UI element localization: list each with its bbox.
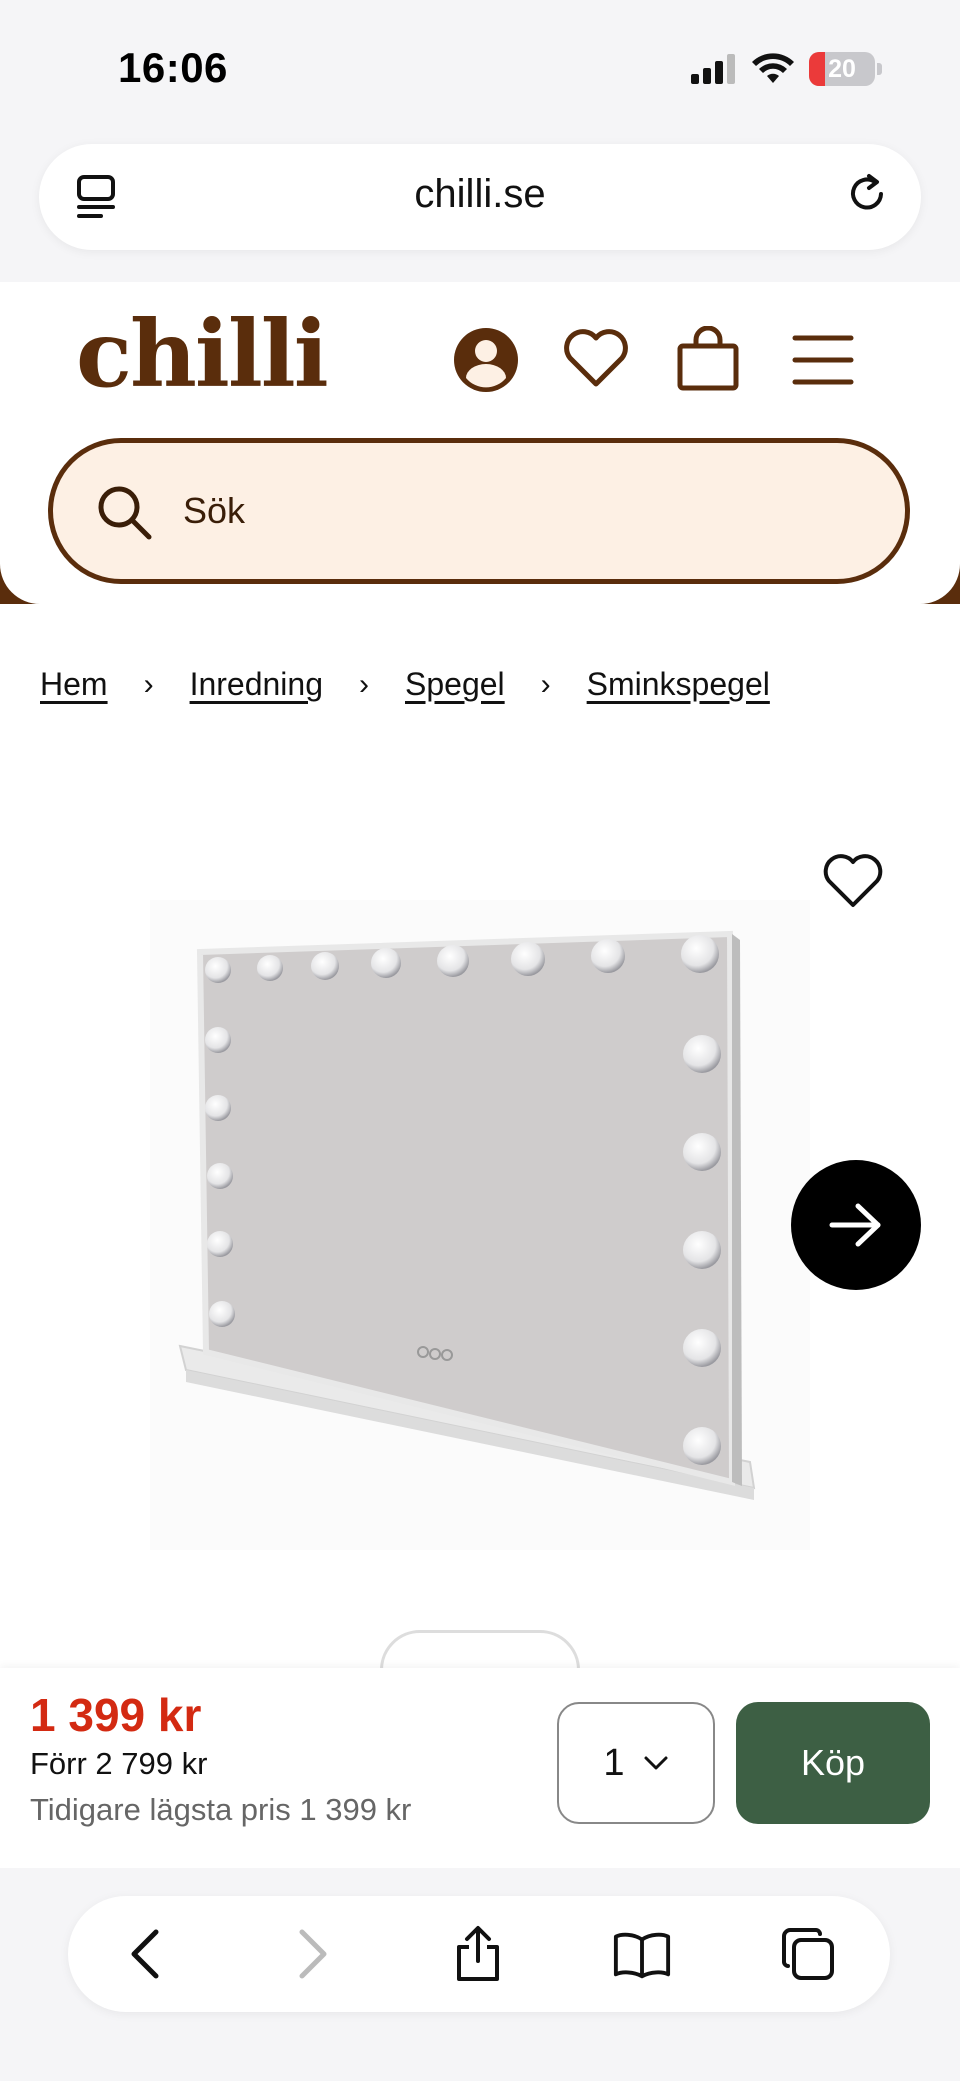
buy-bar: 1 399 kr Förr 2 799 kr Tidigare lägsta p… [0, 1668, 960, 1868]
browser-toolbar [68, 1896, 890, 2012]
chevron-left-icon [131, 1929, 159, 1979]
breadcrumb-link-home[interactable]: Hem [40, 666, 108, 703]
breadcrumb-link-inredning[interactable]: Inredning [190, 666, 323, 703]
next-image-button[interactable] [791, 1160, 921, 1290]
breadcrumb-separator: › [359, 667, 369, 701]
cellular-signal-icon [691, 54, 735, 84]
account-icon[interactable] [452, 326, 520, 394]
previous-price: Förr 2 799 kr [30, 1746, 208, 1781]
site-logo[interactable]: chilli [76, 300, 329, 408]
quantity-value: 1 [603, 1741, 625, 1784]
address-bar[interactable]: chilli.se [39, 144, 921, 250]
arrow-right-icon [829, 1203, 881, 1247]
lowest-price-note: Tidigare lägsta pris 1 399 kr [30, 1792, 412, 1827]
product-image[interactable] [150, 900, 810, 1550]
breadcrumb: Hem › Inredning › Spegel › Sminkspegel [40, 666, 770, 703]
back-button[interactable] [116, 1924, 176, 1984]
share-button[interactable] [448, 1924, 508, 1984]
battery-indicator: 20 [809, 52, 875, 86]
battery-cap [877, 63, 882, 75]
wishlist-icon[interactable] [562, 326, 630, 390]
wifi-icon [752, 53, 794, 83]
book-icon [613, 1932, 671, 1979]
chevron-down-icon [644, 1756, 668, 1770]
reload-icon[interactable] [845, 172, 891, 220]
tabs-button[interactable] [778, 1924, 838, 1984]
chevron-right-icon [299, 1929, 327, 1979]
current-price: 1 399 kr [30, 1689, 202, 1741]
add-to-wishlist-icon[interactable] [822, 852, 884, 910]
forward-button[interactable] [282, 1924, 342, 1984]
menu-icon[interactable] [792, 334, 854, 386]
breadcrumb-link-sminkspegel[interactable]: Sminkspegel [587, 666, 770, 703]
status-icons: 20 [691, 52, 882, 86]
status-time: 16:06 [118, 44, 228, 91]
search-box[interactable] [48, 438, 910, 584]
share-icon [457, 1926, 499, 1981]
breadcrumb-link-spegel[interactable]: Spegel [405, 666, 505, 703]
buy-button[interactable]: Köp [736, 1702, 930, 1824]
battery-level: 20 [828, 54, 856, 83]
search-icon [98, 486, 152, 540]
breadcrumb-separator: › [540, 667, 551, 701]
search-input[interactable] [183, 479, 863, 543]
breadcrumb-separator: › [143, 667, 154, 701]
cart-icon[interactable] [676, 326, 740, 392]
url-text[interactable]: chilli.se [39, 172, 921, 217]
quantity-select[interactable]: 1 [557, 1702, 715, 1824]
mirror-illustration [178, 930, 756, 1500]
bookmarks-button[interactable] [612, 1924, 672, 1984]
tabs-icon [782, 1928, 834, 1980]
